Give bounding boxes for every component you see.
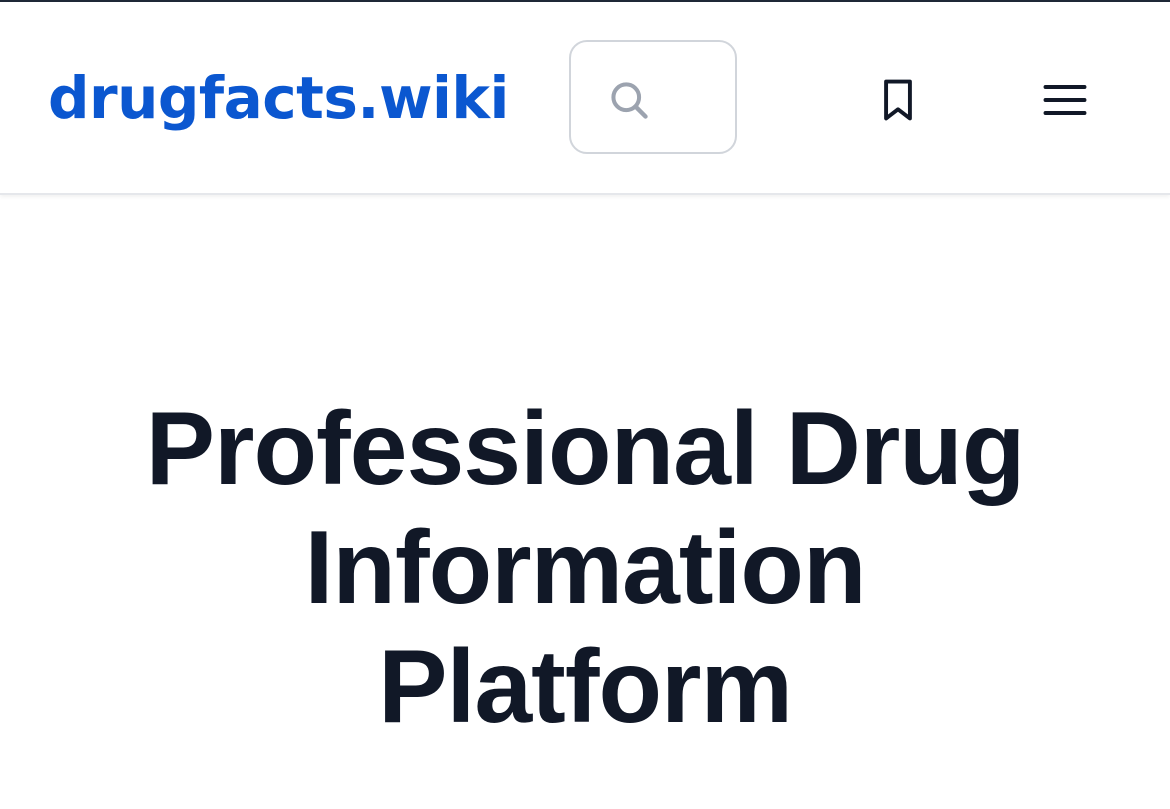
hero-title: Professional Drug Information Platform xyxy=(145,391,1026,745)
search-button[interactable] xyxy=(569,40,737,154)
site-logo[interactable]: drugfacts.wiki xyxy=(48,66,509,130)
hero-section: Professional Drug Information Platform xyxy=(0,390,1170,747)
hamburger-menu-icon xyxy=(1043,85,1087,115)
bookmark-button[interactable] xyxy=(872,74,924,126)
search-icon xyxy=(611,82,648,119)
menu-button[interactable] xyxy=(1038,74,1092,126)
site-header: drugfacts.wiki xyxy=(0,2,1170,195)
bookmark-icon xyxy=(884,79,912,121)
